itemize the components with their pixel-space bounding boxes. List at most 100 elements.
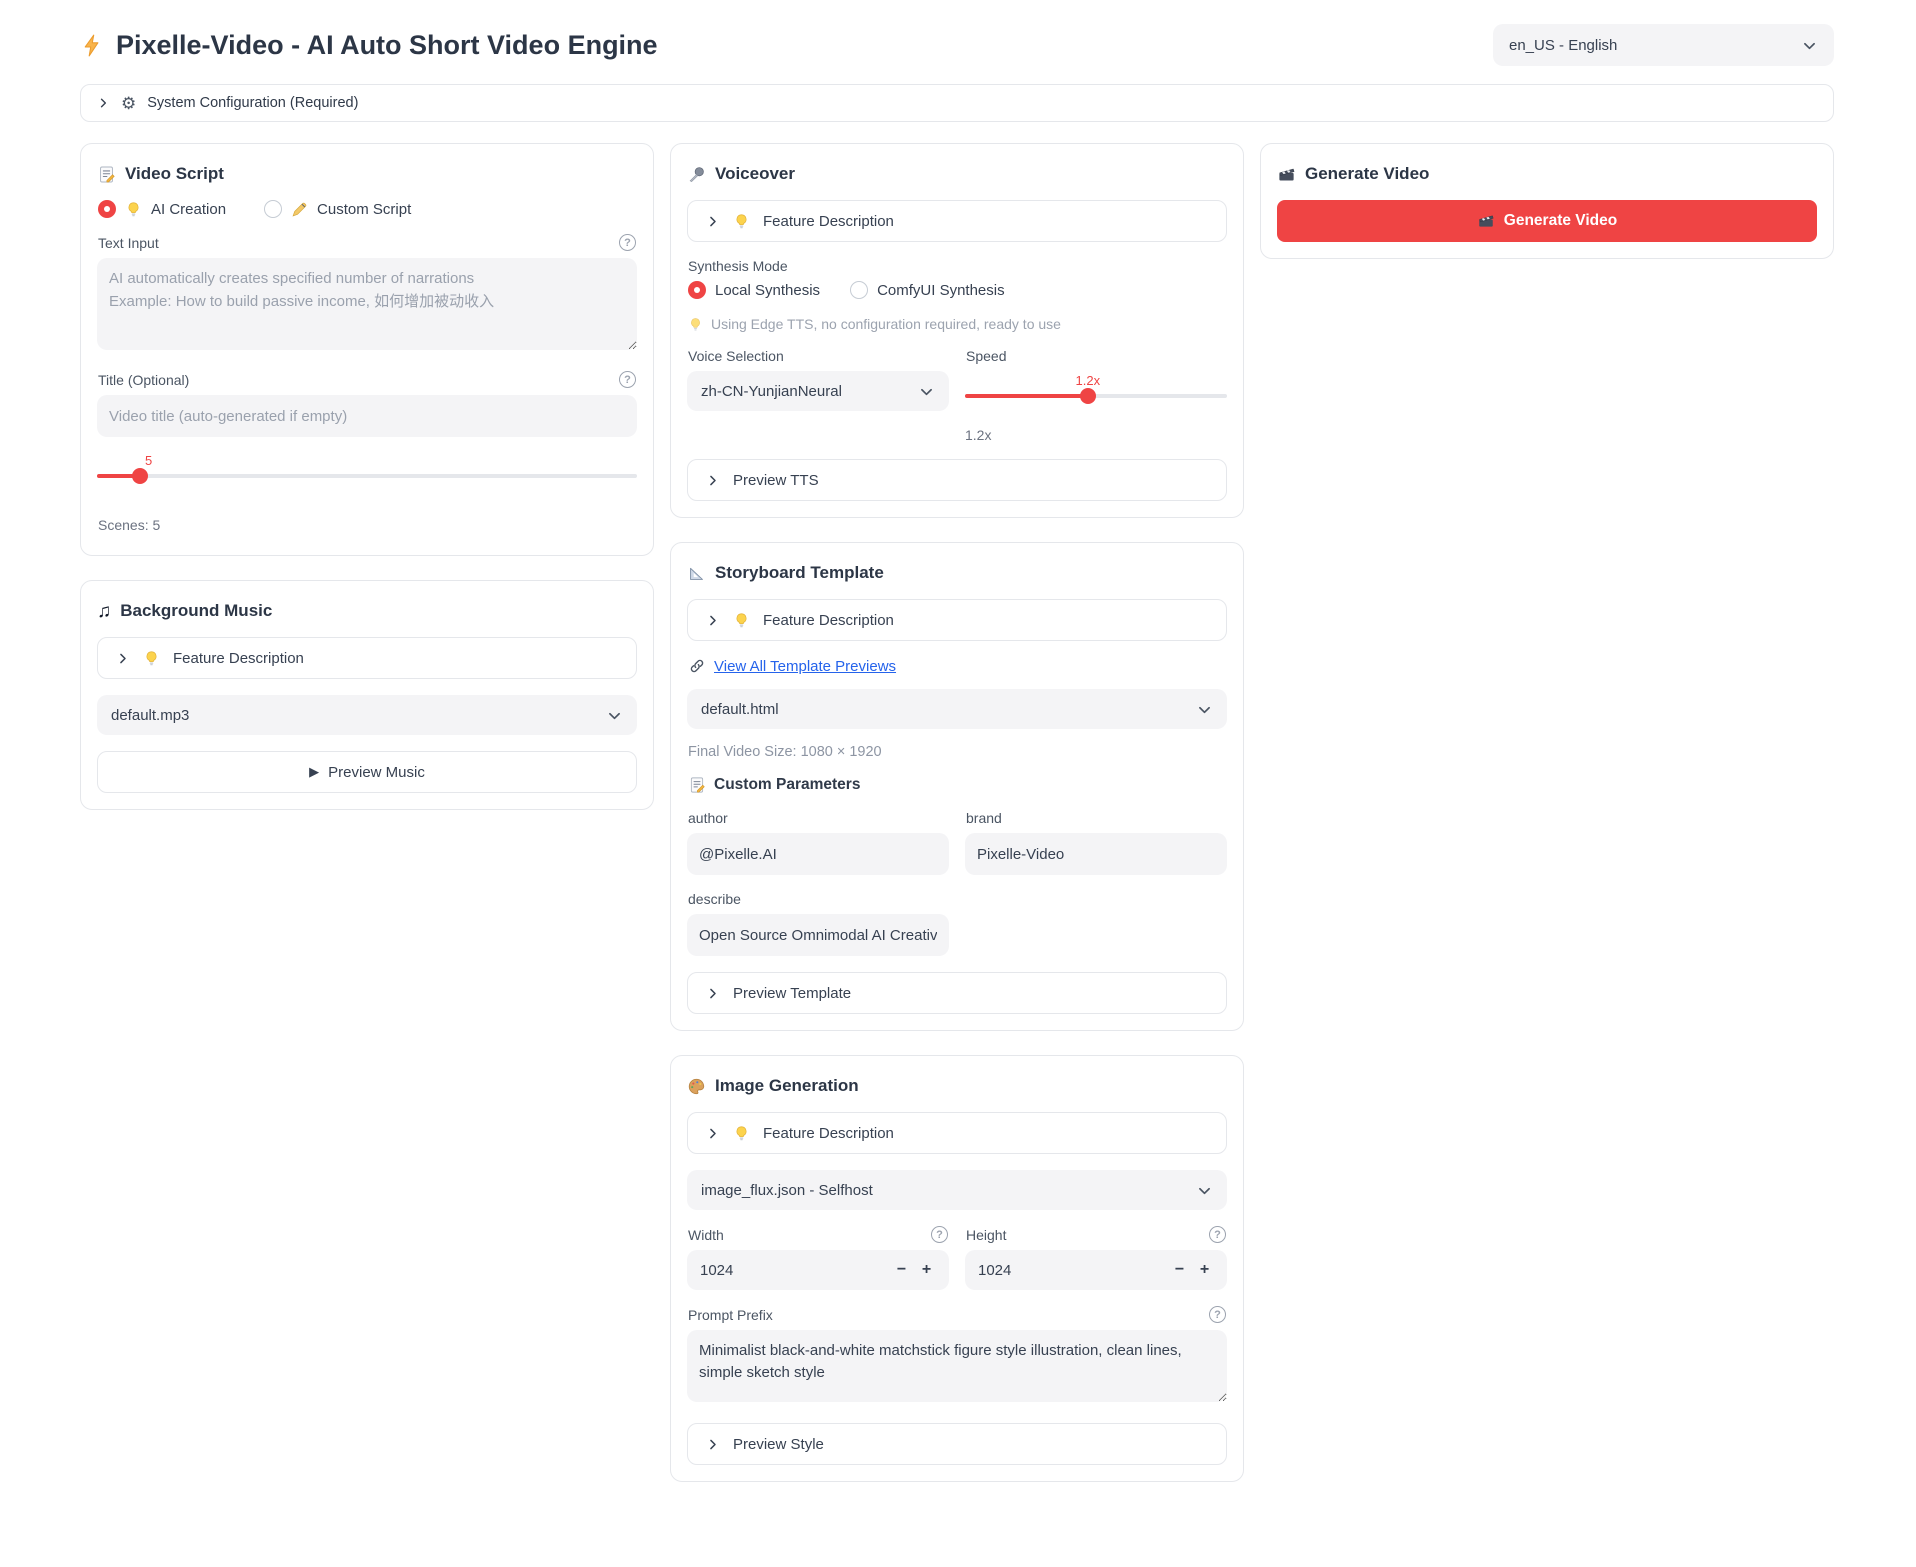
- memo-icon: [688, 776, 706, 794]
- speed-slider-handle[interactable]: [1080, 388, 1096, 404]
- music-file-value: default.mp3: [111, 707, 189, 724]
- chevron-right-icon: [705, 214, 720, 229]
- radio-ai-creation[interactable]: AI Creation: [98, 200, 226, 218]
- writing-hand-icon: [291, 201, 308, 218]
- text-input-label-row: Text Input ?: [98, 234, 636, 251]
- describe-input[interactable]: [687, 914, 949, 956]
- voice-speed-label-row: Voice Selection Speed: [687, 332, 1227, 371]
- generate-video-button[interactable]: Generate Video: [1277, 200, 1817, 242]
- image-feature-description-accordion[interactable]: Feature Description: [687, 1112, 1227, 1154]
- column-left: Video Script AI Creation Custom Script T…: [80, 143, 654, 810]
- text-input-textarea[interactable]: [97, 258, 637, 350]
- accordion-label: Feature Description: [763, 213, 894, 230]
- help-icon: ?: [619, 234, 636, 251]
- workflow-dropdown[interactable]: image_flux.json - Selfhost: [687, 1170, 1227, 1210]
- scenes-slider-fill: 5: [97, 474, 140, 479]
- gear-icon: ⚙: [121, 95, 136, 112]
- voice-speed-row: zh-CN-YunjianNeural 1.2x 1.2x: [687, 371, 1227, 443]
- preview-template-accordion[interactable]: Preview Template: [687, 972, 1227, 1014]
- help-icon: ?: [1209, 1306, 1226, 1323]
- storyboard-title: Storyboard Template: [687, 563, 1227, 583]
- author-input[interactable]: [687, 833, 949, 875]
- scenes-slider-track[interactable]: 5: [97, 474, 637, 479]
- music-file-dropdown[interactable]: default.mp3: [97, 695, 637, 735]
- chevron-right-icon: [705, 613, 720, 628]
- main-content: Video Script AI Creation Custom Script T…: [0, 122, 1916, 1482]
- height-increment-button[interactable]: +: [1192, 1261, 1217, 1279]
- height-value[interactable]: 1024: [978, 1262, 1167, 1279]
- template-value: default.html: [701, 701, 779, 718]
- clapper-board-icon: [1277, 165, 1296, 184]
- music-feature-description-accordion[interactable]: Feature Description: [97, 637, 637, 679]
- prompt-prefix-label-row: Prompt Prefix ?: [688, 1306, 1226, 1323]
- storyboard-feature-description-accordion[interactable]: Feature Description: [687, 599, 1227, 641]
- bulb-icon: [733, 213, 750, 230]
- system-config-accordion[interactable]: ⚙ System Configuration (Required): [80, 84, 1834, 122]
- template-previews-link[interactable]: View All Template Previews: [714, 658, 896, 675]
- voiceover-feature-description-accordion[interactable]: Feature Description: [687, 200, 1227, 242]
- speed-slider: 1.2x: [965, 387, 1227, 405]
- brand-input[interactable]: [965, 833, 1227, 875]
- preview-tts-accordion[interactable]: Preview TTS: [687, 459, 1227, 501]
- triangle-ruler-icon: [687, 564, 706, 583]
- chevron-right-icon: [115, 651, 130, 666]
- preview-music-label: Preview Music: [328, 764, 425, 781]
- author-cell: [687, 833, 949, 875]
- chevron-right-icon: [705, 1437, 720, 1452]
- column-middle: Voiceover Feature Description Synthesis …: [670, 143, 1244, 1482]
- voice-selection-dropdown[interactable]: zh-CN-YunjianNeural: [687, 371, 949, 411]
- chevron-right-icon: [705, 1126, 720, 1141]
- radio-custom-script[interactable]: Custom Script: [264, 200, 411, 218]
- edge-tts-info: Using Edge TTS, no configuration require…: [688, 316, 1226, 332]
- bulb-icon: [688, 317, 703, 332]
- height-number-input[interactable]: 1024 − +: [965, 1250, 1227, 1290]
- voice-cell: zh-CN-YunjianNeural: [687, 371, 949, 443]
- accordion-label: Preview Template: [733, 985, 851, 1002]
- play-icon: ▶: [309, 764, 319, 780]
- voiceover-title: Voiceover: [687, 164, 1227, 184]
- template-dropdown[interactable]: default.html: [687, 689, 1227, 729]
- width-value[interactable]: 1024: [700, 1262, 889, 1279]
- video-size-note: Final Video Size: 1080 × 1920: [688, 744, 1226, 760]
- chevron-down-icon: [1196, 701, 1213, 718]
- scenes-slider-value: 5: [145, 453, 152, 468]
- preview-music-button[interactable]: ▶ Preview Music: [97, 751, 637, 793]
- help-icon: ?: [619, 371, 636, 388]
- width-label: Width: [688, 1227, 724, 1243]
- width-label-row: Width ?: [688, 1226, 948, 1243]
- height-decrement-button[interactable]: −: [1167, 1261, 1192, 1279]
- accordion-label: Preview TTS: [733, 472, 819, 489]
- voice-selection-label: Voice Selection: [688, 348, 948, 364]
- image-generation-title: Image Generation: [687, 1076, 1227, 1096]
- header: Pixelle-Video - AI Auto Short Video Engi…: [0, 0, 1916, 66]
- width-number-input[interactable]: 1024 − +: [687, 1250, 949, 1290]
- language-select[interactable]: en_US - English: [1493, 24, 1834, 66]
- chevron-down-icon: [1196, 1182, 1213, 1199]
- radio-unselected-icon: [264, 200, 282, 218]
- brand-cell: [965, 833, 1227, 875]
- scenes-slider-handle[interactable]: [132, 468, 148, 484]
- chevron-down-icon: [1801, 37, 1818, 54]
- width-decrement-button[interactable]: −: [889, 1261, 914, 1279]
- radio-local-synthesis[interactable]: Local Synthesis: [688, 281, 820, 299]
- radio-selected-icon: [98, 200, 116, 218]
- synthesis-mode-radio-group: Local Synthesis ComfyUI Synthesis: [688, 281, 1227, 299]
- chevron-down-icon: [606, 707, 623, 724]
- width-increment-button[interactable]: +: [914, 1261, 939, 1279]
- template-previews-link-row: View All Template Previews: [688, 657, 1227, 675]
- background-music-title: ♫ Background Music: [97, 601, 637, 621]
- script-mode-radio-group: AI Creation Custom Script: [98, 200, 637, 218]
- speed-slider-track[interactable]: 1.2x: [965, 394, 1227, 399]
- height-label: Height: [966, 1227, 1006, 1243]
- brand-label: brand: [966, 810, 1226, 826]
- title-input[interactable]: [97, 395, 637, 437]
- radio-comfyui-synthesis[interactable]: ComfyUI Synthesis: [850, 281, 1005, 299]
- describe-label: describe: [688, 891, 1226, 907]
- help-icon: ?: [931, 1226, 948, 1243]
- memo-icon: [97, 165, 116, 184]
- storyboard-panel: Storyboard Template Feature Description …: [670, 542, 1244, 1031]
- preview-style-accordion[interactable]: Preview Style: [687, 1423, 1227, 1465]
- author-label: author: [688, 810, 948, 826]
- accordion-label: Feature Description: [763, 612, 894, 629]
- prompt-prefix-textarea[interactable]: Minimalist black-and-white matchstick fi…: [687, 1330, 1227, 1402]
